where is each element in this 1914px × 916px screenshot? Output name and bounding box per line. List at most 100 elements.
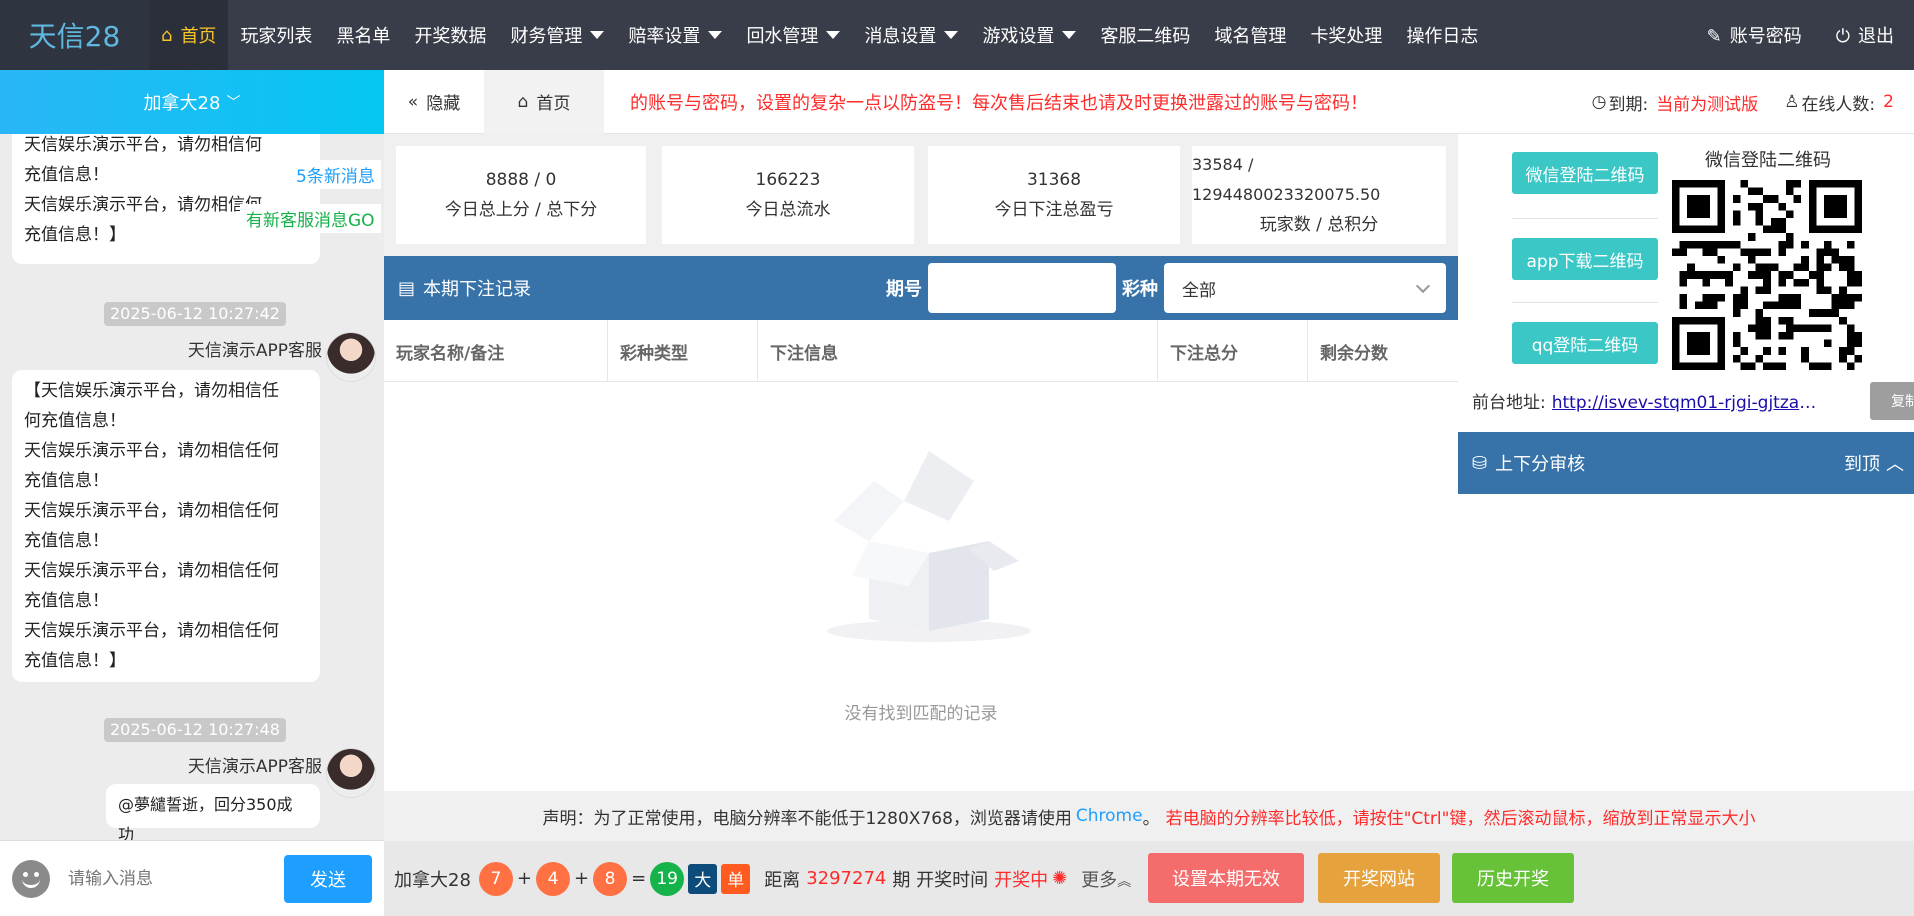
result-ball: 8 [593,861,628,896]
size-tag: 大 [688,863,718,894]
qr-code [1672,180,1862,370]
equals-sign: = [631,868,647,889]
double-chevron-left-icon: « [407,91,419,112]
caret-down-icon [826,31,841,39]
message-sender: 天信演示APP客服 [187,757,322,777]
nav-item-operation-log[interactable]: 操作日志 [1394,0,1490,70]
home-icon: ⌂ [161,24,173,46]
hide-sidebar-button[interactable]: «隐藏 [384,70,484,134]
disclaimer-bar: 声明：为了正常使用，电脑分辨率不能低于1280X768，浏览器请使用 Chrom… [384,791,1914,841]
logo[interactable]: 天信28 [0,0,149,70]
draw-site-button[interactable]: 开奖网站 [1318,853,1440,903]
nav-item-stuck-draw[interactable]: 卡奖处理 [1298,0,1394,70]
nav-item-finance[interactable]: 财务管理 [498,0,616,70]
draw-history-button[interactable]: 历史开奖 [1452,853,1574,903]
front-address: 前台地址: http://isvev-stqm01-rjgi-gjtza.iytf… [1472,393,1818,413]
empty-box-illustration [827,451,1031,642]
spinner-icon: ✺ [1052,868,1068,889]
new-messages-badge[interactable]: 5条新消息 [290,160,381,189]
chat-input-bar: 发送 [0,840,384,916]
column-header[interactable]: 下注总分 [1158,320,1308,382]
stat-card: 166223 今日总流水 [662,146,914,244]
front-url-link[interactable]: http://isvev-stqm01-rjgi-gjtza.iytf... [1552,393,1818,413]
emoji-icon[interactable] [12,859,50,898]
caret-down-icon [708,31,723,39]
stats-row: 8888 / 0 今日总上分 / 总下分 166223 今日总流水 31368 … [384,134,1458,256]
to-top-button[interactable]: 到顶 ︿ [1844,432,1904,494]
wechat-login-qr-button[interactable]: 微信登陆二维码 [1512,152,1658,194]
account-password-link[interactable]: ✎ 账号密码 [1707,22,1802,48]
result-sum: 19 [650,861,685,896]
nav-item-blacklist[interactable]: 黑名单 [324,0,402,70]
chat-bubble: 天信娱乐演示平台，请勿相信何 充值信息！ 天信娱乐演示平台，请勿相信何 充值信息… [12,134,320,264]
invalidate-period-button[interactable]: 设置本期无效 [1148,853,1304,903]
avatar [326,332,376,382]
more-button[interactable]: 更多︽ [1081,866,1131,892]
chat-message-input[interactable] [68,868,268,889]
lottery-label: 彩种 [1122,279,1158,300]
main-nav: ⌂ 首页 玩家列表 黑名单 开奖数据 财务管理 赔率设置 回水管理 消息设置 游戏… [149,0,1490,70]
database-icon: ⛁ [1472,452,1488,474]
draw-status: 开奖中 [994,869,1049,891]
nav-item-service-qr[interactable]: 客服二维码 [1088,0,1202,70]
column-header[interactable]: 下注信息 [758,320,1158,382]
chat-panel: 加拿大28 ﹀ 天信娱乐演示平台，请勿相信何 充值信息！ 天信娱乐演示平台，请勿… [0,70,384,916]
result-ball: 7 [478,861,513,896]
nav-item-game-settings[interactable]: 游戏设置 [970,0,1088,70]
period-input[interactable] [928,263,1116,313]
period-label: 期号 [886,279,922,300]
column-header[interactable]: 剩余分数 [1308,320,1458,382]
double-chevron-up-icon: ︽ [1117,873,1132,890]
nav-item-draw-data[interactable]: 开奖数据 [402,0,498,70]
period-number: 3297274 [806,868,887,889]
empty-state-text: 没有找到匹配的记录 [844,704,998,724]
copy-button[interactable]: 复制 [1870,382,1914,420]
logout-link[interactable]: ⏻ 退出 [1836,22,1894,48]
chevron-down-icon: ﹀ [226,95,241,111]
message-sender: 天信演示APP客服 [187,341,322,361]
nav-item-odds[interactable]: 赔率设置 [616,0,734,70]
chat-bubble: 【天信娱乐演示平台，请勿相信任 何充值信息！ 天信娱乐演示平台，请勿相信任何 充… [12,370,320,682]
top-right-actions: ✎ 账号密码 ⏻ 退出 [1707,0,1894,70]
avatar [326,748,376,798]
bet-records-panel: ▤ 本期下注记录 期号 彩种 全部 玩家名称/备注 彩种类型 下注信息 下注总分… [384,256,1458,791]
column-header[interactable]: 玩家名称/备注 [384,320,608,382]
lottery-bar: 加拿大28 7 + 4 + 8 = 19 大 单 距离 3297274 期 开奖… [384,841,1914,916]
online-count: 2 [1883,92,1894,112]
expire-value: 当前为测试版 [1656,94,1759,115]
nav-item-domains[interactable]: 域名管理 [1202,0,1298,70]
send-button[interactable]: 发送 [284,855,372,903]
stat-card: 31368 今日下注总盈亏 [928,146,1180,244]
caret-down-icon [590,31,605,39]
lottery-select[interactable]: 全部 [1164,263,1446,313]
column-header[interactable]: 彩种类型 [608,320,758,382]
nav-item-player-list[interactable]: 玩家列表 [228,0,324,70]
new-service-message-badge[interactable]: 有新客服消息GO [240,204,381,233]
caret-down-icon [1062,31,1077,39]
message-timestamp: 2025-06-12 10:27:48 [104,718,286,742]
top-navbar: 天信28 ⌂ 首页 玩家列表 黑名单 开奖数据 财务管理 赔率设置 回水管理 消息… [0,0,1914,70]
scrolling-notice: 的账号与密码，设置的复杂一点以防盗号！每次售后结束也请及时更换泄露过的账号与密码… [630,92,1368,114]
right-panel: 微信登陆二维码 app下载二维码 qq登陆二维码 微信登陆二维码 前台地址: ht… [1458,134,1914,791]
parity-tag: 单 [721,863,751,894]
nav-item-messages[interactable]: 消息设置 [852,0,970,70]
qq-login-qr-button[interactable]: qq登陆二维码 [1512,322,1658,364]
bet-records-header: ▤ 本期下注记录 期号 彩种 全部 [384,256,1458,320]
tab-status: ◷ 到期: 当前为测试版 ♙ 在线人数: 2 [1592,70,1894,134]
chrome-link[interactable]: Chrome [1076,806,1143,826]
chevron-down-icon [1415,278,1431,294]
chat-bubble: @夢繾誓逝，回分350成功 [106,784,320,840]
clipboard-icon: ▤ [398,277,416,299]
tab-home[interactable]: ⌂ 首页 [484,69,604,134]
caret-down-icon [944,31,959,39]
divider [1512,302,1658,303]
chat-room-selector[interactable]: 加拿大28 ﹀ [0,70,384,134]
chat-messages[interactable]: 天信娱乐演示平台，请勿相信何 充值信息！ 天信娱乐演示平台，请勿相信何 充值信息… [0,134,384,840]
chevron-up-icon: ︿ [1886,454,1904,475]
clock-icon: ◷ [1591,92,1607,112]
app-download-qr-button[interactable]: app下载二维码 [1512,238,1658,280]
nav-item-home[interactable]: ⌂ 首页 [149,0,229,70]
edit-icon: ✎ [1706,26,1722,47]
nav-item-rebate[interactable]: 回水管理 [734,0,852,70]
stat-card: 8888 / 0 今日总上分 / 总下分 [396,146,646,244]
